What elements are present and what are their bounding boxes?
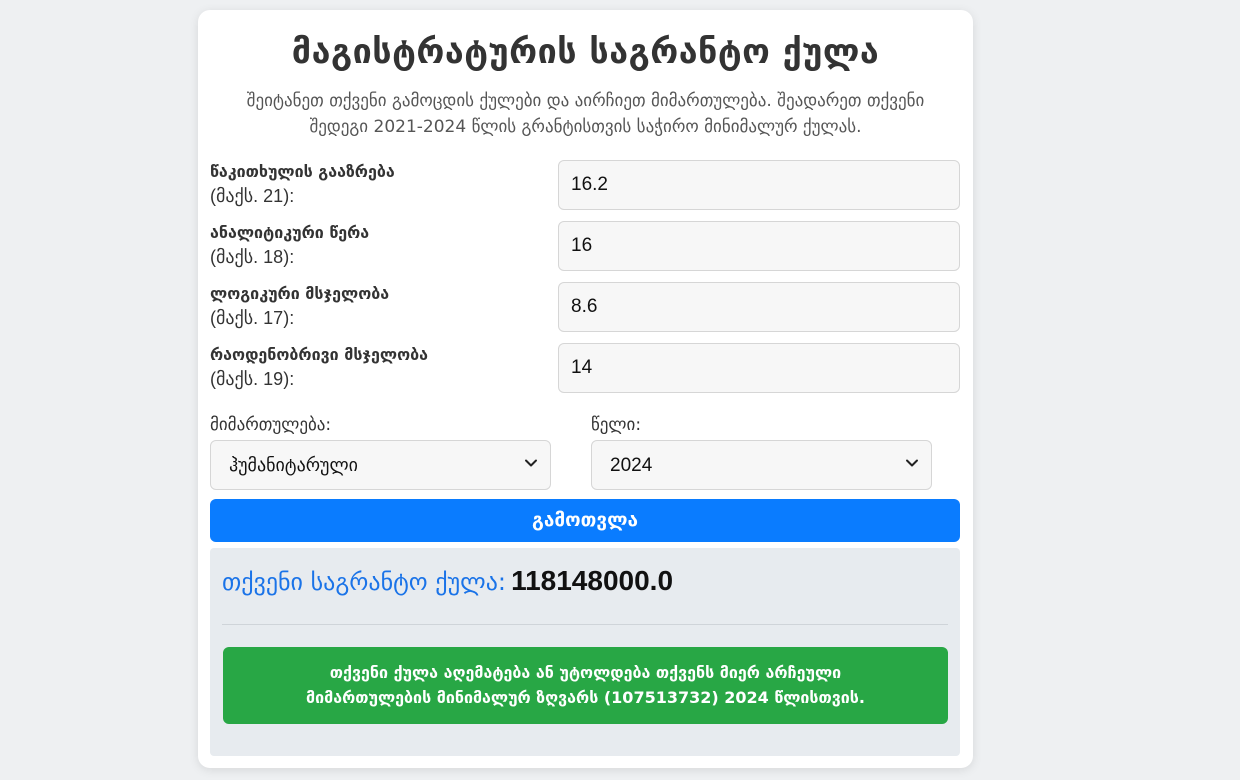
logical-score-input[interactable]	[558, 282, 960, 332]
year-selected-value: 2024	[610, 455, 653, 476]
score-max: (მაქს. 17):	[210, 308, 295, 328]
score-max: (მაქს. 21):	[210, 186, 295, 206]
direction-selected-value: ჰუმანიტარული	[229, 455, 358, 476]
score-label-writing: ანალიტიკური წერა (მაქს. 18):	[210, 221, 550, 269]
year-select[interactable]: 2024	[591, 440, 932, 490]
direction-label: მიმართულება:	[210, 415, 332, 435]
alert-line-1: თქვენი ქულა აღემატება ან უტოლდება თქვენს…	[329, 663, 842, 682]
score-row-writing: ანალიტიკური წერა (მაქს. 18):	[210, 221, 960, 271]
score-label-reading: წაკითხულის გააზრება (მაქს. 21):	[210, 160, 550, 208]
result-score-value: 118148000.0	[511, 565, 674, 596]
score-name: რაოდენობრივი მსჯელობა	[210, 345, 429, 364]
year-label: წელი:	[591, 415, 642, 435]
quantitative-score-input[interactable]	[558, 343, 960, 393]
calculator-card: მაგისტრატურის საგრანტო ქულა შეიტანეთ თქვ…	[198, 10, 973, 768]
chevron-down-icon	[906, 459, 918, 467]
result-success-alert: თქვენი ქულა აღემატება ან უტოლდება თქვენს…	[223, 647, 948, 724]
chevron-down-icon	[525, 459, 537, 467]
calculate-button[interactable]: გამოთვლა	[210, 499, 960, 542]
page-subtitle: შეიტანეთ თქვენი გამოცდის ქულები და აირჩი…	[246, 91, 925, 137]
score-row-logical: ლოგიკური მსჯელობა (მაქს. 17):	[210, 282, 960, 332]
score-max: (მაქს. 19):	[210, 369, 295, 389]
result-divider	[222, 624, 948, 625]
score-name: ლოგიკური მსჯელობა	[210, 284, 390, 303]
score-max: (მაქს. 18):	[210, 247, 295, 267]
result-panel: თქვენი საგრანტო ქულა: 118148000.0 თქვენი…	[210, 548, 960, 756]
score-label-logical: ლოგიკური მსჯელობა (მაქს. 17):	[210, 282, 550, 330]
score-name: ანალიტიკური წერა	[210, 223, 370, 242]
score-row-reading: წაკითხულის გააზრება (მაქს. 21):	[210, 160, 960, 210]
writing-score-input[interactable]	[558, 221, 960, 271]
score-row-quantitative: რაოდენობრივი მსჯელობა (მაქს. 19):	[210, 343, 960, 393]
reading-score-input[interactable]	[558, 160, 960, 210]
result-heading: თქვენი საგრანტო ქულა: 118148000.0	[222, 564, 673, 602]
direction-select[interactable]: ჰუმანიტარული	[210, 440, 551, 490]
score-name: წაკითხულის გააზრება	[210, 162, 395, 181]
alert-line-2: მიმართულების მინიმალურ ზღვარს (107513732…	[306, 688, 865, 707]
direction-field: მიმართულება: ჰუმანიტარული	[210, 413, 551, 490]
year-field: წელი: 2024	[591, 413, 932, 490]
score-label-quantitative: რაოდენობრივი მსჯელობა (მაქს. 19):	[210, 343, 550, 391]
result-label: თქვენი საგრანტო ქულა:	[222, 568, 506, 596]
page-title: მაგისტრატურის საგრანტო ქულა	[291, 32, 880, 72]
